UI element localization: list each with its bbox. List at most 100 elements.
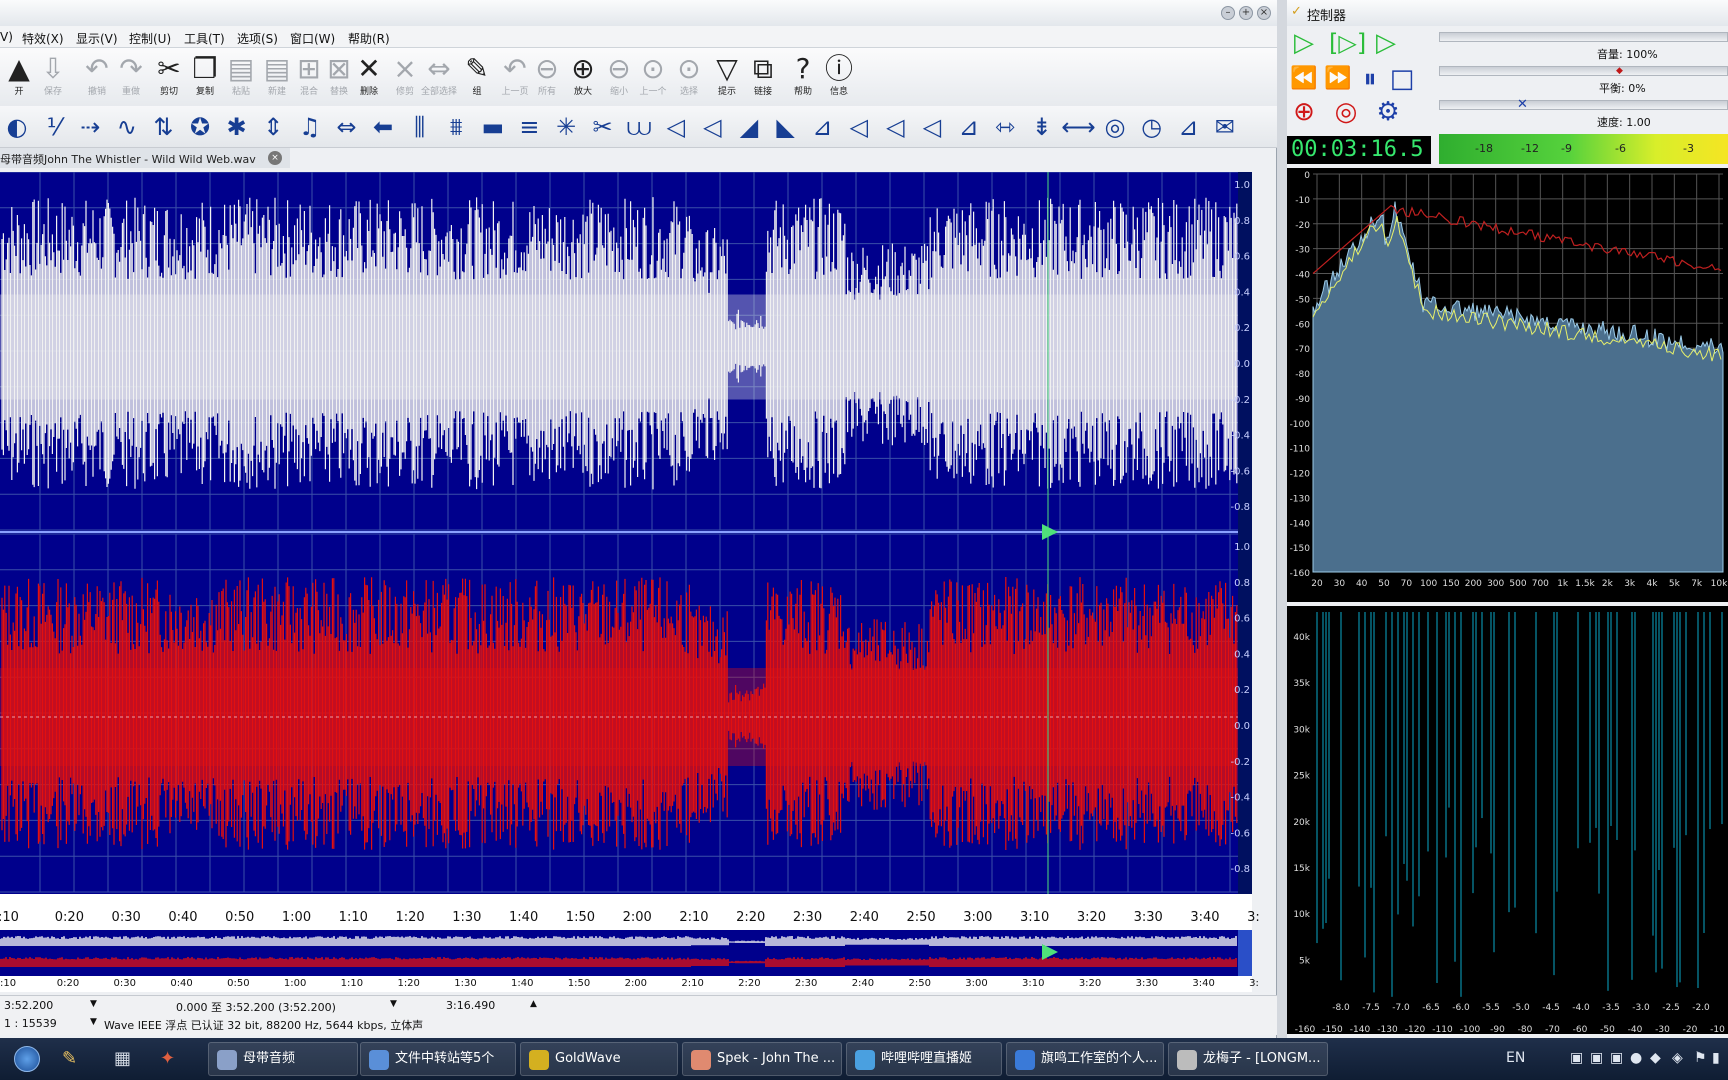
tray-icon-1[interactable]: ▣: [1570, 1050, 1583, 1066]
effect-13-icon[interactable]: ▬: [476, 111, 510, 143]
taskbar-item[interactable]: 文件中转站等5个会...: [360, 1042, 516, 1076]
effect-25-icon[interactable]: ◁: [915, 111, 949, 143]
cue-button[interactable]: ▽ 提示: [708, 52, 746, 102]
zoom-all-button[interactable]: ⊖ 所有: [528, 52, 566, 102]
overview-playhead-icon[interactable]: [1042, 944, 1058, 960]
link-button[interactable]: ⧉ 链接: [744, 52, 782, 102]
rewind-icon[interactable]: ⏪: [1289, 64, 1319, 94]
playhead-marker-icon[interactable]: [1042, 524, 1058, 540]
effect-19-icon[interactable]: ◁: [695, 111, 729, 143]
zoom-out-button[interactable]: ⊖ 缩小: [600, 52, 638, 102]
effect-16-icon[interactable]: ✂: [586, 111, 620, 143]
status-position-dropdown-icon[interactable]: ▲: [530, 999, 537, 1009]
play-selection-icon[interactable]: [▷]: [1329, 28, 1366, 58]
menu-window[interactable]: 窗口(W): [290, 30, 335, 47]
fast-forward-icon[interactable]: ⏩: [1323, 64, 1353, 94]
effect-18-icon[interactable]: ◁: [659, 111, 693, 143]
info-button[interactable]: ⓘ 信息: [820, 52, 858, 102]
select-all-button[interactable]: ⇔ 全部选择: [420, 52, 458, 102]
taskbar-item[interactable]: Spek - John The ...: [682, 1042, 842, 1076]
effect-12-icon[interactable]: ⩩: [439, 111, 473, 143]
effect-14-icon[interactable]: ≡: [512, 111, 546, 143]
effect-28-icon[interactable]: ⇟: [1025, 111, 1059, 143]
paste-button[interactable]: ▤ 粘贴: [222, 52, 260, 102]
balance-slider[interactable]: ◆: [1439, 66, 1728, 76]
effect-23-icon[interactable]: ◁: [842, 111, 876, 143]
effect-15-icon[interactable]: ✳: [549, 111, 583, 143]
play-icon[interactable]: ▷: [1289, 28, 1319, 58]
redo-button[interactable]: ↷ 重做: [112, 52, 150, 102]
speed-slider[interactable]: ✕: [1439, 97, 1728, 112]
zoom-prev-button[interactable]: ⊙ 上一个: [634, 52, 672, 102]
language-indicator[interactable]: EN: [1506, 1050, 1525, 1066]
scissors-button[interactable]: ✂ 剪切: [150, 52, 188, 102]
tray-icon-3[interactable]: ▣: [1610, 1050, 1623, 1066]
effect-5-icon[interactable]: ✪: [183, 111, 217, 143]
effect-27-icon[interactable]: ⇿: [988, 111, 1022, 143]
effect-33-icon[interactable]: ✉: [1208, 111, 1242, 143]
record-selection-icon[interactable]: ◎: [1331, 97, 1361, 127]
effect-7-icon[interactable]: ⇕: [256, 111, 290, 143]
network-icon[interactable]: ▮: [1712, 1050, 1720, 1066]
menu-display[interactable]: 显示(V): [76, 30, 118, 47]
effect-10-icon[interactable]: ⬅: [366, 111, 400, 143]
effect-24-icon[interactable]: ◁: [878, 111, 912, 143]
effect-31-icon[interactable]: ◷: [1135, 111, 1169, 143]
effect-1-icon[interactable]: ⅟: [37, 111, 71, 143]
close-button[interactable]: ×: [1257, 6, 1271, 20]
zoom-in-button[interactable]: ⊕ 放大: [564, 52, 602, 102]
menu-tools[interactable]: 工具(T): [184, 30, 225, 47]
menu-options[interactable]: 选项(S): [237, 30, 278, 47]
pause-icon[interactable]: ⏸: [1355, 64, 1385, 94]
menu-effects[interactable]: 特效(X): [22, 30, 64, 47]
taskbar-item[interactable]: 母带音频: [208, 1042, 358, 1076]
effect-4-icon[interactable]: ⇅: [146, 111, 180, 143]
group-button[interactable]: ✎ 组: [458, 52, 496, 102]
document-tab[interactable]: 母带音频John The Whistler - Wild Wild Web.wa…: [0, 148, 290, 168]
effect-3-icon[interactable]: ∿: [110, 111, 144, 143]
shield-icon[interactable]: ◈: [1672, 1050, 1683, 1066]
taskbar-item[interactable]: 哔哩哔哩直播姬: [846, 1042, 1002, 1076]
effect-20-icon[interactable]: ◢: [732, 111, 766, 143]
effect-6-icon[interactable]: ✱: [220, 111, 254, 143]
flag-icon[interactable]: ⚑: [1694, 1050, 1707, 1066]
play-from-icon[interactable]: ▷: [1371, 28, 1401, 58]
save-button[interactable]: ⇩ 保存: [34, 52, 72, 102]
volume-slider[interactable]: [1439, 32, 1728, 42]
taskbar-item[interactable]: 旗鸣工作室的个人...: [1006, 1042, 1164, 1076]
effect-2-icon[interactable]: ⇢: [73, 111, 107, 143]
stop-icon[interactable]: □: [1387, 64, 1417, 94]
effect-30-icon[interactable]: ◎: [1098, 111, 1132, 143]
maximize-button[interactable]: +: [1239, 6, 1253, 20]
effect-22-icon[interactable]: ⊿: [805, 111, 839, 143]
overview-waveform[interactable]: [0, 930, 1252, 976]
menu-help[interactable]: 帮助(R): [348, 30, 390, 47]
trim-button[interactable]: ⨯ 修剪: [386, 52, 424, 102]
effect-0-icon[interactable]: ◐: [0, 111, 34, 143]
menu-view[interactable]: V): [0, 30, 13, 44]
tray-icon-2[interactable]: ▣: [1590, 1050, 1603, 1066]
effect-9-icon[interactable]: ⇔: [329, 111, 363, 143]
effect-32-icon[interactable]: ⊿: [1171, 111, 1205, 143]
minimize-button[interactable]: –: [1221, 6, 1235, 20]
effect-8-icon[interactable]: ♫: [293, 111, 327, 143]
taskbar-item[interactable]: 龙梅子 - [LONGM...: [1168, 1042, 1328, 1076]
open-button[interactable]: ▲ 开: [0, 52, 38, 102]
effect-21-icon[interactable]: ◣: [769, 111, 803, 143]
waveform-view[interactable]: 1.0 0.8 0.6 0.4 0.2 0.0 -0.2 -0.4 -0.6 -0.8 1.0 0.8…: [0, 172, 1252, 894]
settings-gear-icon[interactable]: ⚙: [1373, 97, 1403, 127]
status-length-dropdown-icon[interactable]: ▼: [90, 999, 97, 1009]
app-shortcut-icon[interactable]: ✦: [160, 1048, 175, 1069]
delete-button[interactable]: ✕ 删除: [350, 52, 388, 102]
undo-button[interactable]: ↶ 撤销: [78, 52, 116, 102]
status-selection-dropdown-icon[interactable]: ▼: [390, 999, 397, 1009]
effect-26-icon[interactable]: ⊿: [952, 111, 986, 143]
menu-control[interactable]: 控制(U): [129, 30, 171, 47]
effect-11-icon[interactable]: ⫼: [403, 111, 437, 143]
overview-canvas[interactable]: [0, 930, 1252, 976]
effect-29-icon[interactable]: ⟷: [1061, 111, 1095, 143]
microphone-icon[interactable]: ●: [1630, 1050, 1642, 1066]
status-zoom-dropdown-icon[interactable]: ▼: [90, 1017, 97, 1027]
zoom-select-button[interactable]: ⊙ 选择: [670, 52, 708, 102]
effect-17-icon[interactable]: ⩊: [622, 111, 656, 143]
